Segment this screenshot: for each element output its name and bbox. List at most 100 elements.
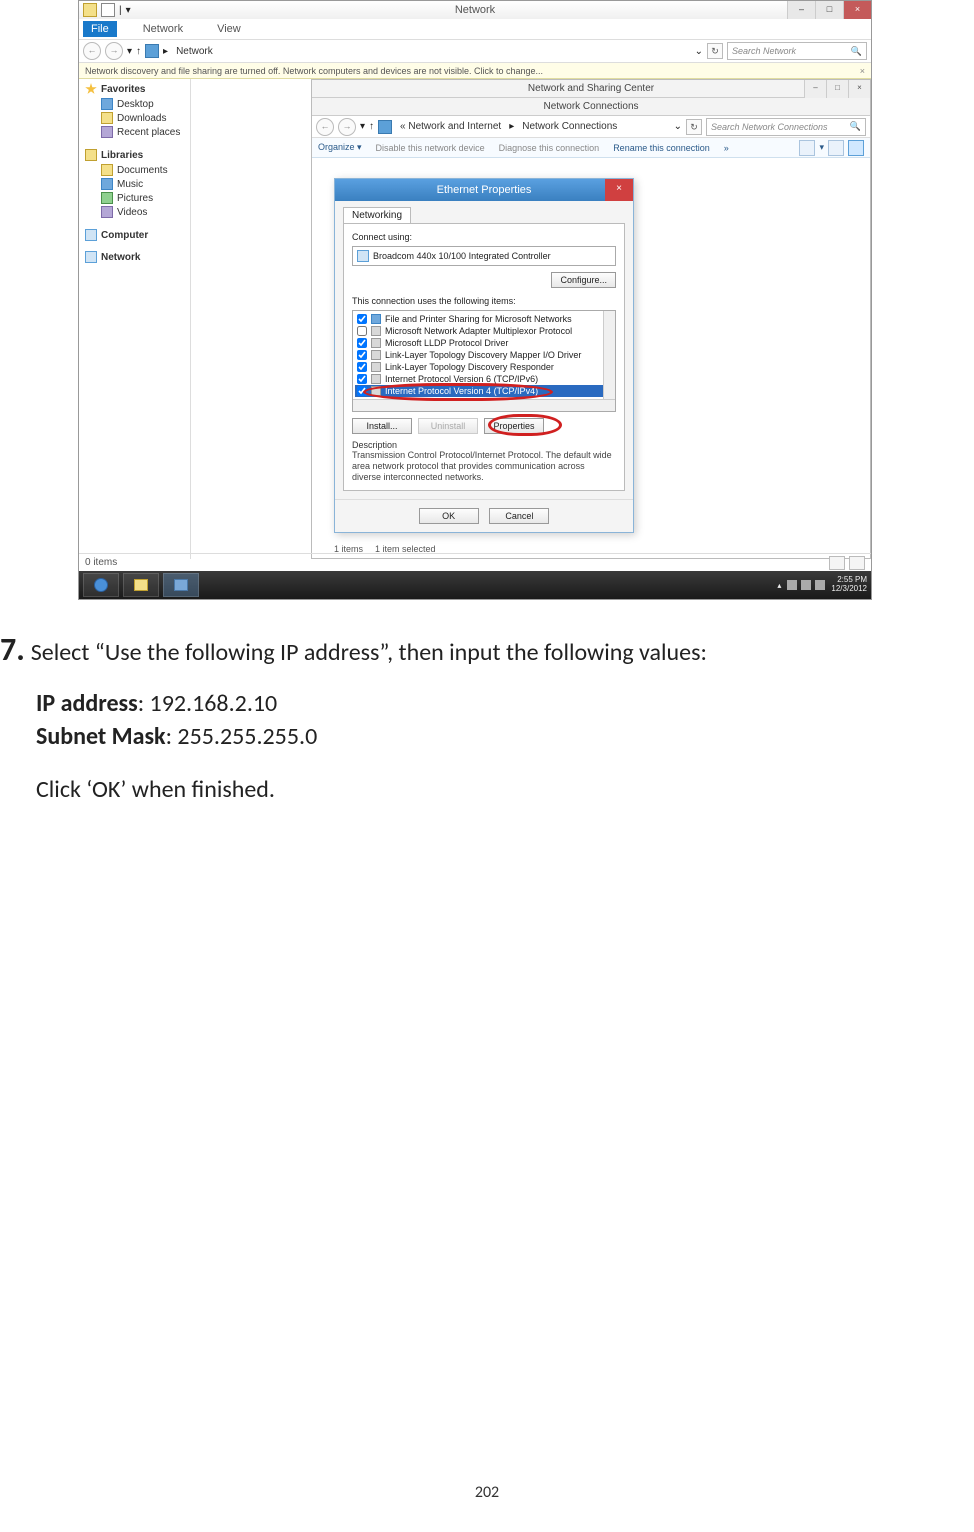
folder-icon [101, 112, 113, 124]
history-dropdown-icon[interactable]: ▾ [127, 46, 132, 57]
sidebar-item-downloads[interactable]: Downloads [85, 111, 184, 125]
sidebar-item-music[interactable]: Music [85, 177, 184, 191]
preview-pane-button[interactable] [828, 140, 844, 156]
ribbon-tabs: File Network View [79, 19, 871, 39]
info-bar[interactable]: Network discovery and file sharing are t… [79, 63, 871, 79]
nc-up-button[interactable]: ↑ [369, 121, 374, 132]
ok-button[interactable]: OK [419, 508, 479, 524]
list-item-ipv4[interactable]: Internet Protocol Version 4 (TCP/IPv4) [355, 385, 613, 397]
sidebar-item-videos[interactable]: Videos [85, 205, 184, 219]
info-bar-close-icon[interactable]: × [860, 66, 865, 76]
nc-back-button[interactable]: ← [316, 118, 334, 136]
diagnose-button[interactable]: Diagnose this connection [499, 143, 600, 153]
sidebar-item-documents[interactable]: Documents [85, 163, 184, 177]
taskbar: ▴ 2:55 PM 12/3/2012 [79, 571, 871, 599]
folder-icon [134, 579, 148, 591]
tray-arrow-icon[interactable]: ▴ [777, 581, 781, 590]
sidebar-favorites[interactable]: Favorites [85, 83, 184, 95]
window-controls: – □ × [787, 1, 871, 19]
taskbar-ie-button[interactable] [83, 573, 119, 597]
forward-button[interactable]: → [105, 42, 123, 60]
up-button[interactable]: ↑ [136, 46, 141, 57]
horizontal-scrollbar[interactable] [353, 399, 615, 411]
search-input[interactable]: Search Network 🔍 [727, 42, 867, 60]
clock[interactable]: 2:55 PM 12/3/2012 [831, 576, 867, 594]
list-item: File and Printer Sharing for Microsoft N… [355, 313, 613, 325]
nc-search-input[interactable]: Search Network Connections 🔍 [706, 118, 866, 136]
properties-button[interactable]: Properties [484, 418, 544, 434]
back-button[interactable]: ← [83, 42, 101, 60]
adapter-name: Broadcom 440x 10/100 Integrated Controll… [373, 251, 551, 261]
nc-refresh-button[interactable]: ↻ [686, 119, 702, 135]
checkbox[interactable] [357, 362, 367, 372]
cancel-button[interactable]: Cancel [489, 508, 549, 524]
rename-button[interactable]: Rename this connection [613, 143, 710, 153]
checkbox[interactable] [357, 350, 367, 360]
tab-network[interactable]: Network [135, 21, 191, 37]
checkbox[interactable] [357, 374, 367, 384]
connect-using-label: Connect using: [352, 232, 616, 242]
pictures-icon [101, 192, 113, 204]
maximize-button[interactable]: □ [815, 1, 843, 19]
sidebar-item-desktop[interactable]: Desktop [85, 97, 184, 111]
configure-button[interactable]: Configure... [551, 272, 616, 288]
subnet-mask-line: Subnet Mask: 255.255.255.0 [36, 722, 934, 751]
refresh-button[interactable]: ↻ [707, 43, 723, 59]
nc-title-bar: Network Connections [312, 98, 870, 116]
sidebar-network[interactable]: Network [85, 251, 184, 263]
ns-close-button[interactable]: × [848, 80, 870, 98]
ns-window-controls: – □ × [804, 80, 870, 98]
taskbar-explorer-button[interactable] [123, 573, 159, 597]
view-switcher [829, 556, 865, 570]
ns-minimize-button[interactable]: – [804, 80, 826, 98]
list-item: Microsoft LLDP Protocol Driver [355, 337, 613, 349]
sidebar-computer[interactable]: Computer [85, 229, 184, 241]
help-button[interactable] [848, 140, 864, 156]
checkbox[interactable] [357, 386, 367, 396]
search-icon: 🔍 [851, 46, 862, 57]
instruction-block: 7. Select “Use the following IP address”… [0, 630, 974, 808]
breadcrumb[interactable]: Network [172, 46, 217, 57]
disable-device-button[interactable]: Disable this network device [376, 143, 485, 153]
view-options-button[interactable] [799, 140, 815, 156]
nc-breadcrumb-1[interactable]: « Network and Internet [396, 121, 505, 132]
tab-networking[interactable]: Networking [343, 207, 411, 223]
minimize-button[interactable]: – [787, 1, 815, 19]
nc-address-bar: ← → ▾ ↑ « Network and Internet ▸ Network… [312, 116, 870, 138]
item-buttons: Install... Uninstall Properties [352, 418, 616, 434]
sidebar-item-recent[interactable]: Recent places [85, 125, 184, 139]
icons-view-button[interactable] [849, 556, 865, 570]
content-area: Network and Sharing Center – □ × Network… [191, 79, 871, 559]
tray-icon[interactable] [801, 580, 811, 590]
sidebar-item-pictures[interactable]: Pictures [85, 191, 184, 205]
install-button[interactable]: Install... [352, 418, 412, 434]
tray-icon[interactable] [815, 580, 825, 590]
nc-breadcrumb-2[interactable]: Network Connections [518, 121, 621, 132]
checkbox[interactable] [357, 326, 367, 336]
tab-file[interactable]: File [83, 21, 117, 37]
ns-maximize-button[interactable]: □ [826, 80, 848, 98]
checkbox[interactable] [357, 338, 367, 348]
nc-forward-button[interactable]: → [338, 118, 356, 136]
ie-icon [94, 578, 108, 592]
nc-addr-dropdown-icon[interactable]: ⌄ [674, 121, 682, 132]
control-panel-icon [378, 120, 392, 134]
vertical-scrollbar[interactable] [603, 311, 615, 399]
items-listbox[interactable]: File and Printer Sharing for Microsoft N… [352, 310, 616, 412]
checkbox[interactable] [357, 314, 367, 324]
addr-dropdown-icon[interactable]: ⌄ [695, 46, 703, 57]
toolbar-overflow[interactable]: » [724, 143, 729, 153]
protocol-icon [371, 350, 381, 360]
tab-view[interactable]: View [209, 21, 249, 37]
dialog-footer: OK Cancel [335, 499, 633, 532]
sidebar-libraries[interactable]: Libraries [85, 149, 184, 161]
network-connections-window: Network Connections ← → ▾ ↑ « Network an… [312, 98, 870, 558]
details-view-button[interactable] [829, 556, 845, 570]
view-dropdown-icon[interactable]: ▾ [819, 142, 824, 153]
tray-icon[interactable] [787, 580, 797, 590]
dialog-close-button[interactable]: × [605, 179, 633, 201]
close-button[interactable]: × [843, 1, 871, 19]
nc-history-dropdown-icon[interactable]: ▾ [360, 121, 365, 132]
taskbar-controlpanel-button[interactable] [163, 573, 199, 597]
organize-button[interactable]: Organize ▾ [318, 142, 362, 153]
